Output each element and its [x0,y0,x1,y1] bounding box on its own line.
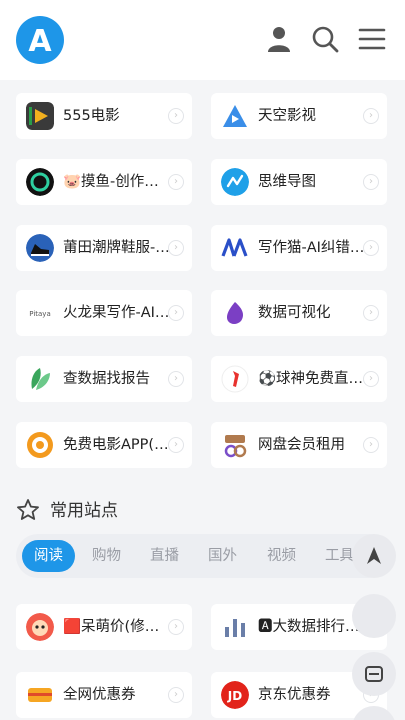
star-icon [16,498,40,526]
leaf-icon [26,365,54,393]
moyu-logo-icon [26,168,54,196]
play-triangle-icon [221,102,249,130]
site-card-putian-shoes[interactable]: 莆田潮牌鞋服-… › [16,225,192,271]
site-card-qiushen[interactable]: ⚽球神免费直… › [211,356,387,402]
mindmap-icon [221,168,249,196]
site-card-free-movie-app[interactable]: 免费电影APP(… › [16,422,192,468]
section-title: 常用站点 [50,501,118,521]
tab-live[interactable]: 直播 [150,540,179,572]
daimeng-logo-icon [26,613,54,641]
tab-video[interactable]: 视频 [267,540,296,572]
pitaya-logo-icon: Pitaya [26,299,54,327]
svg-text:Pitaya: Pitaya [29,310,50,318]
bar-chart-icon [221,613,249,641]
site-card-label: 全网优惠券 [63,687,136,703]
site-card-label: 思维导图 [258,174,316,190]
site-card-label: 🐷摸鱼-创作… [63,174,159,190]
chevron-right-icon: › [168,619,184,635]
chevron-right-icon: › [168,437,184,453]
site-card-label: 555电影 [63,108,120,124]
site-card-data-viz[interactable]: 数据可视化 › [211,290,387,336]
arrow-up-icon [367,547,381,564]
chevron-right-icon: › [363,108,379,124]
list-box-icon [365,666,383,682]
site-card-label: 写作猫-AI纠错… [258,240,365,256]
chevron-right-icon: › [168,174,184,190]
site-card-report-search[interactable]: 查数据找报告 › [16,356,192,402]
svg-text:A: A [28,24,52,59]
floating-blank-button[interactable] [352,594,396,638]
chevron-right-icon: › [363,174,379,190]
chevron-right-icon: › [168,305,184,321]
site-card-label: 网盘会员租用 [258,437,345,453]
chevron-right-icon: › [168,687,184,703]
xiezuomao-logo-icon [221,234,249,262]
sneaker-icon [26,234,54,262]
floating-menu-button[interactable] [352,652,396,696]
site-card-netdisk-rent[interactable]: 网盘会员租用 › [211,422,387,468]
svg-text:JD: JD [227,689,242,703]
site-card-label: 🟥呆萌价(修… [63,619,160,635]
chevron-right-icon: › [363,305,379,321]
category-tabs: 阅读 购物 直播 国外 视频 工具 [16,534,390,578]
site-card-moyu[interactable]: 🐷摸鱼-创作… › [16,159,192,205]
site-card-label: 数据可视化 [258,305,331,321]
tab-tools[interactable]: 工具 [325,540,354,572]
site-card-tiankong[interactable]: 天空影视 › [211,93,387,139]
site-card-label: 火龙果写作-AI… [63,305,170,321]
site-card-555-movie[interactable]: 555电影 › [16,93,192,139]
tab-reading[interactable]: 阅读 [22,540,75,572]
film-icon [26,102,54,130]
site-card-label: 莆田潮牌鞋服-… [63,240,170,256]
site-card-label: 天空影视 [258,108,316,124]
site-card-label: 查数据找报告 [63,371,150,387]
movie-reel-icon [26,431,54,459]
qiushen-logo-icon [221,365,249,393]
site-card-pitaya[interactable]: Pitaya 火龙果写作-AI… › [16,290,192,336]
top-bar: A [0,0,405,80]
menu-icon[interactable] [357,24,387,54]
data-viz-icon [221,299,249,327]
chevron-right-icon: › [168,108,184,124]
site-logo[interactable]: A [16,16,64,64]
jd-logo-icon: JD [221,681,249,709]
site-card-daimeng-price[interactable]: 🟥呆萌价(修… › [16,604,192,650]
site-card-xiezuomao[interactable]: 写作猫-AI纠错… › [211,225,387,271]
tab-foreign[interactable]: 国外 [208,540,237,572]
chevron-right-icon: › [168,371,184,387]
chevron-right-icon: › [363,371,379,387]
coupon-icon [26,681,54,709]
netdisk-icon [221,431,249,459]
chevron-right-icon: › [363,437,379,453]
site-card-label: ⚽球神免费直… [258,371,364,387]
site-card-mindmap[interactable]: 思维导图 › [211,159,387,205]
site-card-all-coupons[interactable]: 全网优惠券 › [16,672,192,718]
chevron-right-icon: › [363,240,379,256]
user-icon[interactable] [264,24,294,54]
tab-shopping[interactable]: 购物 [92,540,121,572]
chevron-right-icon: › [168,240,184,256]
scroll-top-button[interactable] [352,534,396,578]
site-card-label: 免费电影APP(… [63,437,169,453]
search-icon[interactable] [310,24,340,54]
